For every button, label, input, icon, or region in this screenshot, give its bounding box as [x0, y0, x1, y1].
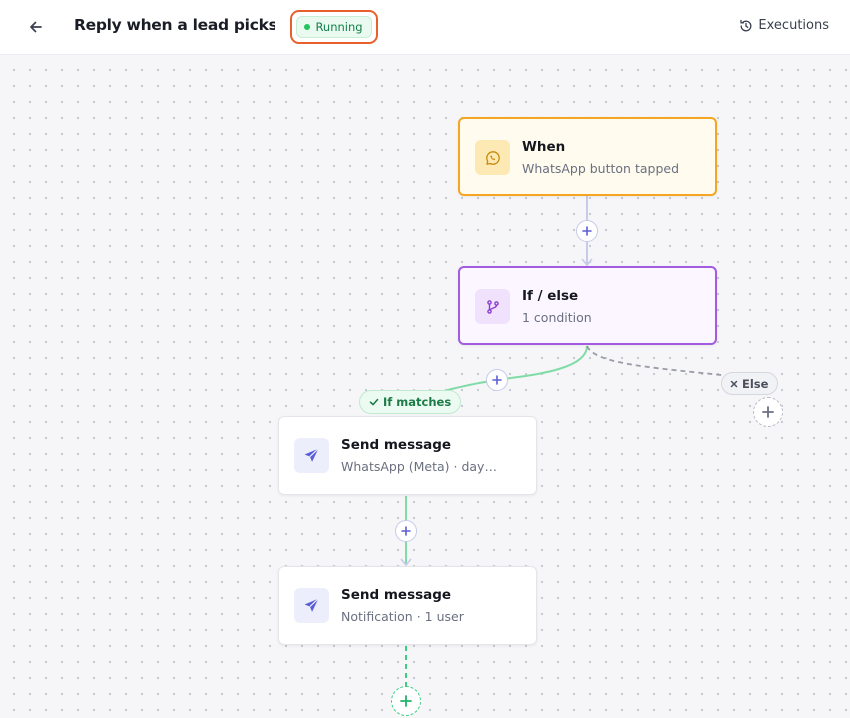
ifelse-subtitle: 1 condition [522, 310, 592, 325]
whatsapp-icon [485, 150, 500, 165]
status-highlight: Running [290, 10, 378, 44]
send-icon-box [294, 588, 329, 623]
send1-title: Send message [341, 437, 452, 453]
else-text: Else [742, 376, 769, 391]
else-label: Else [721, 372, 779, 395]
executions-label: Executions [758, 18, 829, 33]
send-icon [304, 448, 319, 462]
status-label: Running [315, 20, 363, 34]
plus-icon [762, 406, 774, 418]
close-icon [730, 380, 738, 387]
ifelse-node[interactable]: If / else 1 condition [458, 266, 717, 345]
check-icon [369, 398, 379, 406]
add-branch-step-button[interactable] [486, 369, 508, 391]
trigger-title: When [522, 139, 566, 155]
executions-button[interactable]: Executions [739, 18, 829, 33]
if-matches-text: If matches [383, 395, 452, 409]
workflow-title[interactable]: Reply when a lead picks a choice [74, 16, 275, 34]
ifelse-title: If / else [522, 288, 579, 304]
top-bar: Reply when a lead picks a choice Running… [0, 0, 850, 55]
history-icon [740, 19, 752, 31]
plus-icon [401, 526, 411, 536]
send2-subtitle: Notification · 1 user [341, 609, 464, 624]
plus-icon [582, 226, 592, 236]
back-button[interactable] [24, 15, 48, 39]
if-matches-label: If matches [359, 390, 462, 414]
send-icon-box [294, 438, 329, 473]
plus-icon [492, 375, 502, 385]
trigger-subtitle: WhatsApp button tapped [522, 161, 680, 176]
plus-icon [400, 695, 412, 707]
branch-icon [486, 299, 499, 314]
add-step-button[interactable] [576, 220, 598, 242]
status-dot [304, 24, 311, 30]
ifelse-icon-box [475, 289, 510, 324]
trigger-node[interactable]: When WhatsApp button tapped [458, 117, 717, 196]
trigger-icon-box [475, 140, 510, 175]
arrow-left-icon [30, 21, 42, 33]
send-message-node-1[interactable]: Send message WhatsApp (Meta) · day… [278, 416, 537, 495]
send2-title: Send message [341, 587, 452, 603]
add-final-step-button[interactable] [391, 686, 421, 716]
send-icon [304, 598, 319, 612]
send1-subtitle: WhatsApp (Meta) · day… [341, 459, 497, 474]
add-else-step-button[interactable] [753, 397, 783, 427]
add-step-button[interactable] [395, 520, 417, 542]
status-badge[interactable]: Running [296, 16, 372, 38]
send-message-node-2[interactable]: Send message Notification · 1 user [278, 566, 537, 645]
